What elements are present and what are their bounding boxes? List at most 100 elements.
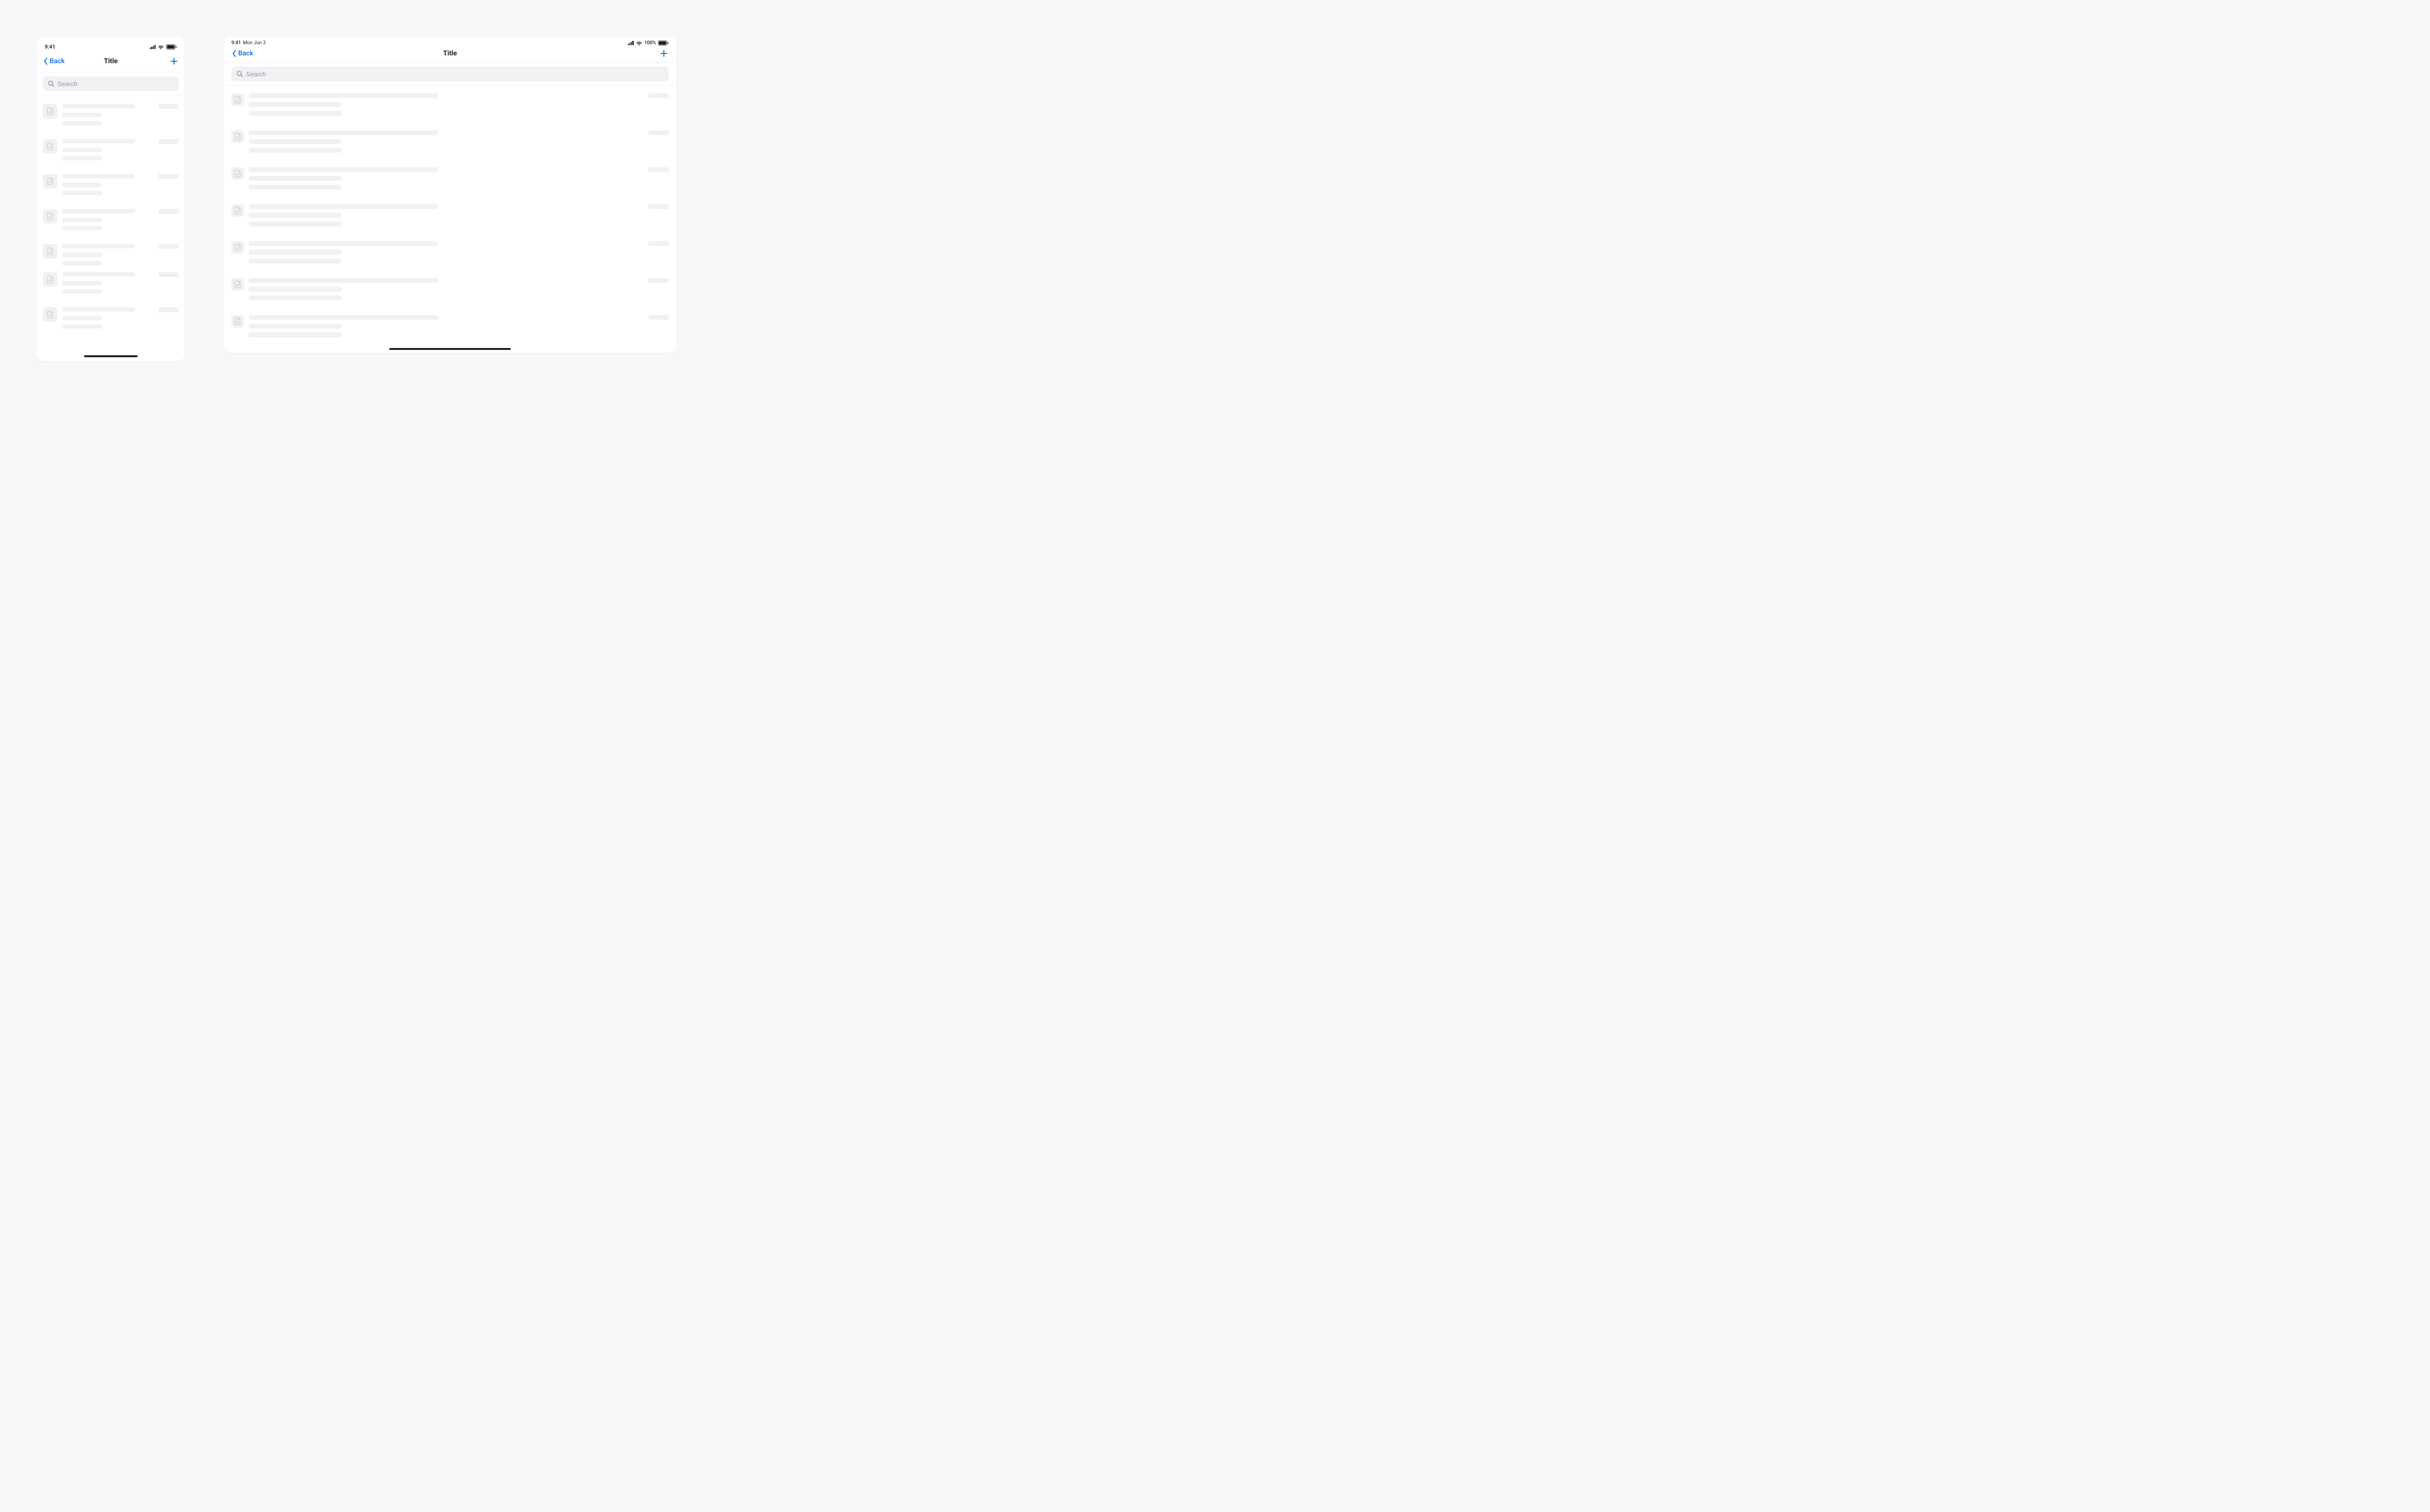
status-bar: 9:41: [37, 37, 185, 51]
skeleton-title: [62, 244, 135, 248]
skeleton-title: [62, 139, 135, 143]
list-item-body: [62, 174, 179, 195]
search-input[interactable]: [246, 70, 664, 78]
add-button[interactable]: [169, 56, 179, 66]
skeleton-line: [249, 222, 341, 226]
skeleton-line: [249, 213, 341, 218]
list-item[interactable]: [43, 170, 179, 205]
skeleton-line: [249, 148, 341, 153]
add-button[interactable]: [659, 49, 669, 58]
skeleton-line: [62, 324, 102, 329]
back-button[interactable]: Back: [231, 50, 253, 57]
list-item-body: [249, 204, 669, 226]
skeleton-line: [249, 250, 341, 255]
list-item-body: [62, 307, 179, 329]
list-item[interactable]: [231, 164, 669, 201]
nav-bar: Back Title: [37, 53, 185, 69]
skeleton-line: [249, 139, 341, 144]
search-bar: [37, 72, 185, 95]
file-icon: [231, 278, 244, 291]
list-item-body: [249, 93, 669, 116]
home-indicator[interactable]: [389, 348, 511, 350]
skeleton-meta: [648, 278, 669, 283]
wifi-icon: [636, 40, 642, 46]
nav-bar: Back Title: [224, 48, 677, 59]
list[interactable]: [224, 86, 677, 349]
skeleton-line: [62, 281, 102, 285]
skeleton-meta: [648, 130, 669, 135]
file-icon: [231, 167, 244, 180]
list-item[interactable]: [43, 240, 179, 268]
tablet-frame: 9:41 Mon Jun 3 100% Back Title: [224, 37, 677, 353]
search-icon: [48, 80, 54, 87]
list-item[interactable]: [231, 90, 669, 127]
wifi-icon: [157, 44, 164, 50]
cellular-icon: [150, 44, 156, 49]
skeleton-title: [62, 104, 135, 108]
file-icon: [231, 315, 244, 328]
list-item[interactable]: [231, 238, 669, 275]
skeleton-meta: [648, 204, 669, 209]
skeleton-meta: [648, 241, 669, 246]
home-indicator[interactable]: [84, 355, 138, 357]
cellular-icon: [628, 40, 634, 45]
skeleton-meta: [648, 167, 669, 172]
list-item-body: [62, 272, 179, 294]
file-icon: [43, 104, 57, 119]
back-label: Back: [238, 50, 253, 57]
skeleton-line: [62, 261, 102, 265]
search-field-wrap[interactable]: [231, 67, 669, 81]
skeleton-meta: [648, 93, 669, 98]
list-item[interactable]: [43, 205, 179, 240]
page-title: Title: [443, 50, 457, 57]
skeleton-title: [62, 307, 135, 312]
search-input[interactable]: [57, 80, 174, 87]
file-icon: [231, 93, 244, 106]
list-item-body: [249, 241, 669, 263]
list-item-body: [249, 278, 669, 300]
skeleton-title: [62, 174, 135, 178]
status-bar: 9:41 Mon Jun 3 100%: [224, 37, 677, 46]
skeleton-title: [249, 241, 438, 246]
skeleton-line: [249, 324, 341, 329]
skeleton-meta: [158, 244, 179, 249]
file-icon: [43, 139, 57, 154]
skeleton-line: [62, 191, 102, 195]
list-item-body: [249, 167, 669, 190]
file-icon: [43, 174, 57, 189]
skeleton-title: [62, 209, 135, 213]
file-icon: [231, 130, 244, 143]
skeleton-line: [62, 316, 102, 320]
file-icon: [231, 241, 244, 254]
skeleton-line: [249, 287, 341, 292]
list-item[interactable]: [231, 312, 669, 349]
skeleton-line: [249, 176, 341, 181]
list-item[interactable]: [43, 303, 179, 338]
skeleton-title: [249, 315, 438, 320]
file-icon: [43, 272, 57, 287]
list-item[interactable]: [231, 275, 669, 312]
file-icon: [43, 244, 57, 259]
list-item[interactable]: [231, 201, 669, 238]
skeleton-title: [249, 130, 438, 135]
list-item[interactable]: [43, 268, 179, 303]
list-item[interactable]: [231, 127, 669, 164]
skeleton-line: [62, 183, 102, 187]
back-button[interactable]: Back: [43, 57, 65, 65]
phone-frame: 9:41 Back Title: [37, 37, 185, 361]
battery-percent: 100%: [644, 40, 656, 46]
list-item[interactable]: [43, 100, 179, 135]
list-item-body: [62, 209, 179, 230]
skeleton-meta: [158, 139, 179, 144]
skeleton-line: [249, 259, 341, 263]
search-icon: [236, 70, 243, 77]
skeleton-meta: [158, 307, 179, 312]
skeleton-meta: [158, 104, 179, 109]
skeleton-title: [249, 167, 438, 172]
list-item[interactable]: [43, 135, 179, 170]
list[interactable]: [37, 95, 185, 338]
skeleton-meta: [158, 272, 179, 277]
search-field-wrap[interactable]: [43, 76, 179, 91]
file-icon: [43, 307, 57, 322]
back-label: Back: [50, 57, 65, 65]
